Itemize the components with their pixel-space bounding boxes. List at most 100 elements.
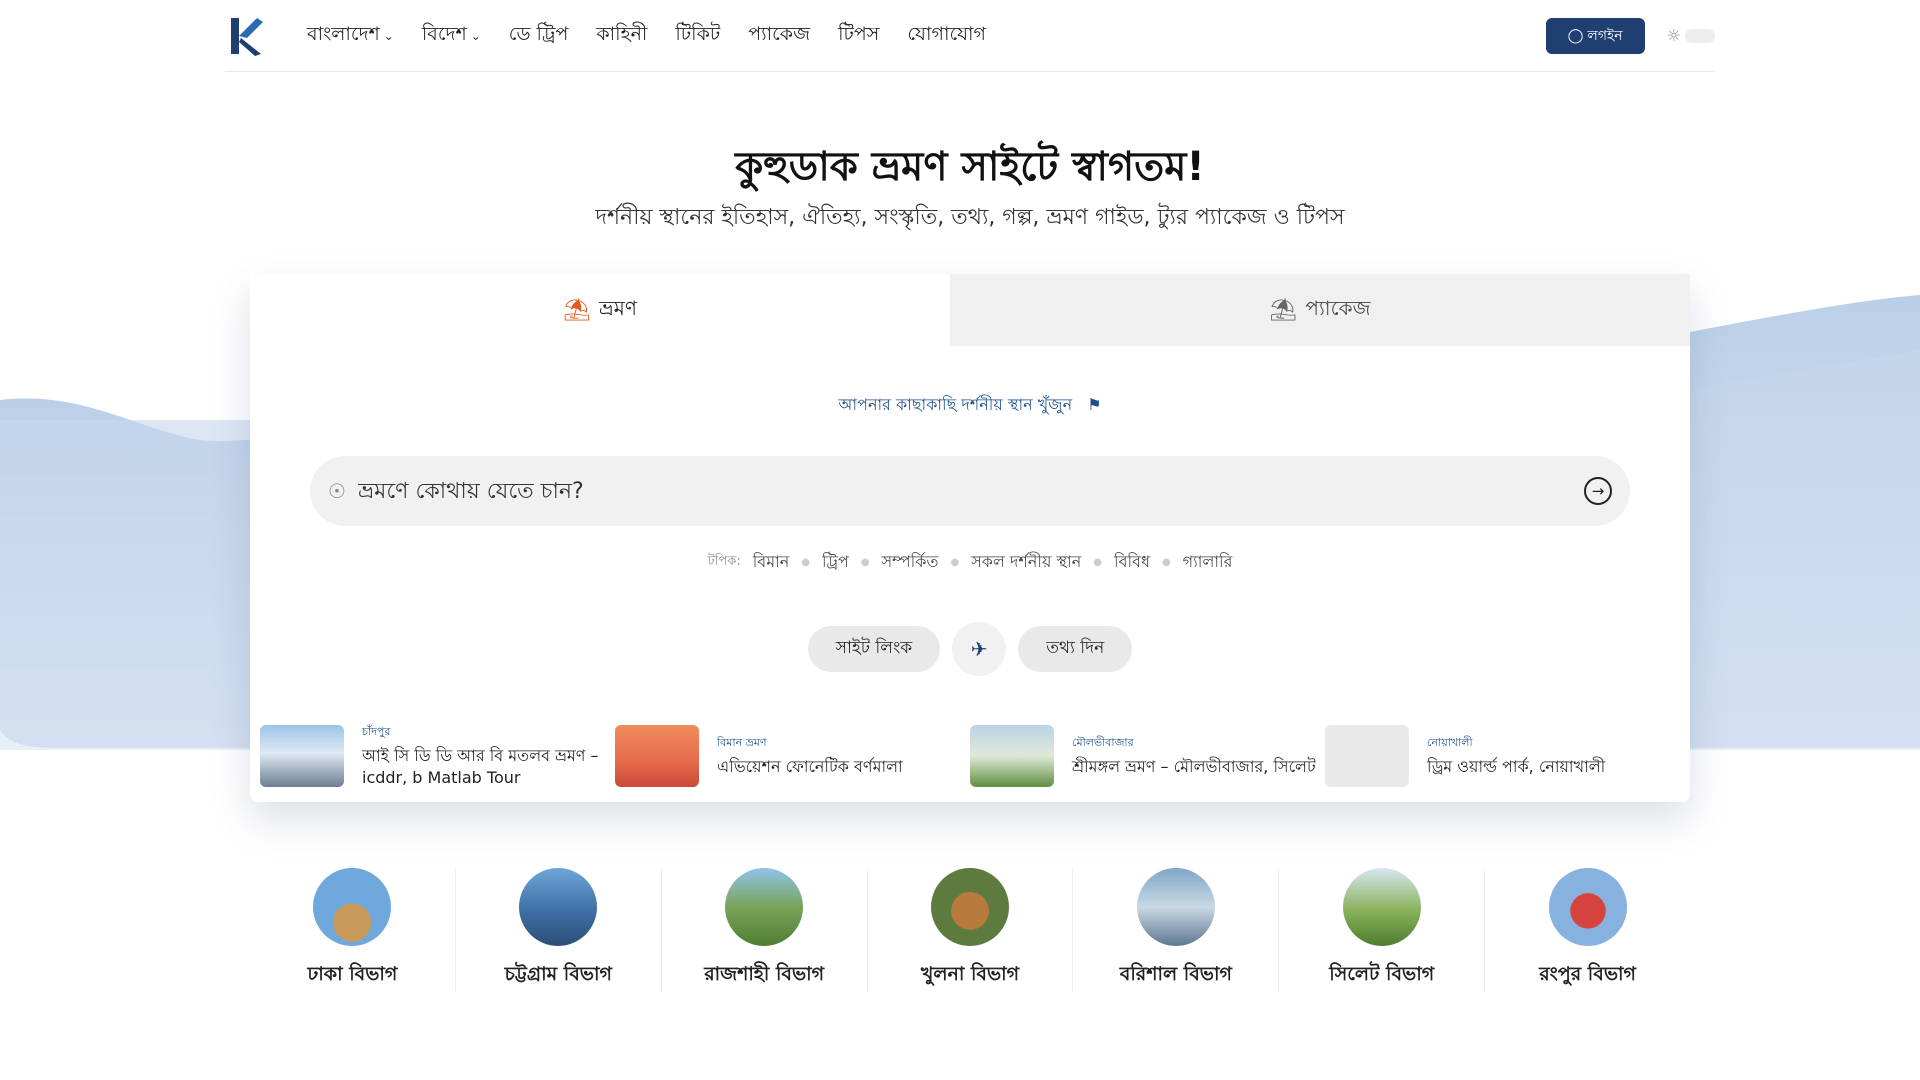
division-image [1548,868,1627,946]
division-item-rangpur[interactable]: রংপুর বিভাগ [1485,868,1690,992]
nav-label: টিকিট [675,22,721,45]
post-title: এভিয়েশন ফোনেটিক বর্ণমালা [717,756,903,776]
nav-label: বাংলাদেশ [307,22,380,45]
nearby-label: আপনার কাছাকাছি দর্শনীয় স্থান খুঁজুন [838,395,1073,414]
header-actions: ◯ লগইন ☼ [1545,17,1715,54]
topic-link[interactable]: ট্রিপ [822,549,849,576]
tab-travel[interactable]: ⛱ ভ্রমণ [250,274,950,346]
post-thumbnail [970,725,1054,787]
action-buttons: সাইট লিংক ✈ তথ্য দিন [250,622,1690,676]
main-nav: বাংলাদেশ ⌄ বিদেশ ⌄ ডে ট্রিপ কাহিনী টিকিট… [307,20,986,52]
nav-label: বিদেশ [421,22,467,45]
search-card: ⛱ ভ্রমণ ⛱ প্যাকেজ আপনার কাছাকাছি দর্শনীয… [250,274,1690,802]
nav-label: প্যাকেজ [748,22,811,45]
post-category: বিমান ভ্রমণ [717,735,767,749]
division-item-khulna[interactable]: খুলনা বিভাগ [868,868,1074,992]
recent-posts: চাঁদপুর আই সি ডি ডি আর বি মতলব ভ্রমণ – i… [260,724,1680,788]
theme-toggle[interactable]: ☼ [1667,26,1715,45]
tab-label: ভ্রমণ [599,295,637,320]
nav-item-package[interactable]: প্যাকেজ [748,20,810,52]
separator-dot: ● [801,557,811,568]
arrow-right-circle-icon[interactable]: → [1584,477,1612,505]
post-thumbnail [1325,725,1409,787]
separator-dot: ● [1093,557,1102,568]
kuhudak-logo-icon[interactable] [227,14,267,58]
division-item-rajshahi[interactable]: রাজশাহী বিভাগ [662,868,868,992]
division-image [1342,868,1421,946]
list-item[interactable]: বিমান ভ্রমণ এভিয়েশন ফোনেটিক বর্ণমালা [615,724,970,788]
topic-link[interactable]: সকল দর্শনীয় স্থান [971,549,1081,576]
beach-umbrella-icon: ⛱ [1269,297,1298,323]
division-item-dhaka[interactable]: ঢাকা বিভাগ [250,868,456,992]
site-link-button[interactable]: সাইট লিংক [807,626,941,672]
division-list: ঢাকা বিভাগ চট্টগ্রাম বিভাগ রাজশাহী বিভাগ… [250,868,1690,992]
division-name: খুলনা বিভাগ [920,963,1020,985]
search-input[interactable] [357,478,1584,504]
topic-link[interactable]: সম্পর্কিত [882,549,939,576]
site-header: বাংলাদেশ ⌄ বিদেশ ⌄ ডে ট্রিপ কাহিনী টিকিট… [225,0,1715,72]
page-title: কুহুডাক ভ্রমণ সাইটে স্বাগতম! [735,144,1205,190]
airplane-icon[interactable]: ✈ [952,622,1007,676]
post-category: মৌলভীবাজার [1072,735,1134,749]
login-button[interactable]: ◯ লগইন [1545,17,1645,54]
division-name: সিলেট বিভাগ [1329,963,1435,985]
globe-icon: ☉ [328,479,346,503]
list-item[interactable]: নোয়াখালী ড্রিম ওয়ার্ল্ড পার্ক, নোয়াখা… [1325,724,1680,788]
division-item-sylhet[interactable]: সিলেট বিভাগ [1279,868,1486,992]
division-image [1136,868,1215,946]
separator-dot: ● [950,557,960,568]
post-category: নোয়াখালী [1427,735,1473,749]
list-item[interactable]: চাঁদপুর আই সি ডি ডি আর বি মতলব ভ্রমণ – i… [260,724,615,788]
separator-dot: ● [860,557,870,568]
post-thumbnail [260,725,344,787]
division-image [931,868,1009,946]
chevron-down-icon: ⌄ [383,28,394,43]
hiker-icon: ⛱ [563,297,592,323]
tab-label: প্যাকেজ [1305,295,1371,320]
search-bar: ☉ → [310,456,1630,526]
division-name: রংপুর বিভাগ [1539,963,1636,985]
post-title: শ্রীমঙ্গল ভ্রমণ – মৌলভীবাজার, সিলেট [1072,756,1316,776]
separator-dot: ● [1161,557,1171,568]
nearby-places-link[interactable]: আপনার কাছাকাছি দর্শনীয় স্থান খুঁজুন ⚑ [250,392,1690,419]
chevron-down-icon: ⌄ [470,28,481,43]
login-label: লগইন [1587,27,1623,44]
nav-item-stories[interactable]: কাহিনী [596,20,647,52]
nav-item-contact[interactable]: যোগাযোগ [907,20,986,52]
search-tabs: ⛱ ভ্রমণ ⛱ প্যাকেজ [250,274,1690,346]
nav-label: টিপস [838,22,880,45]
user-icon: ◯ [1567,27,1584,44]
division-name: চট্টগ্রাম বিভাগ [504,963,612,985]
topic-link[interactable]: বিমান [753,549,790,576]
nav-label: ডে ট্রিপ [508,22,569,45]
post-title: আই সি ডি ডি আর বি মতলব ভ্রমণ – icddr, b … [362,745,599,787]
division-name: ঢাকা বিভাগ [307,963,398,985]
nav-item-ticket[interactable]: টিকিট [675,20,720,52]
division-image [519,868,598,946]
nav-item-day-trip[interactable]: ডে ট্রিপ [509,20,569,52]
post-thumbnail [615,725,699,787]
nav-item-bangladesh[interactable]: বাংলাদেশ ⌄ [307,20,394,52]
give-info-button[interactable]: তথ্য দিন [1018,626,1133,672]
topics-label: টপিক: [707,554,741,569]
division-image [725,868,804,946]
topic-link[interactable]: গ্যালারি [1183,549,1233,576]
topic-link[interactable]: বিবিধ [1114,549,1150,576]
toggle-track [1685,28,1715,43]
nav-label: কাহিনী [596,22,648,45]
division-name: রাজশাহী বিভাগ [704,963,825,985]
division-item-barishal[interactable]: বরিশাল বিভাগ [1073,868,1280,992]
tab-package[interactable]: ⛱ প্যাকেজ [950,274,1690,346]
post-title: ড্রিম ওয়ার্ল্ড পার্ক, নোয়াখালী [1427,756,1606,776]
map-pin-icon: ⚑ [1087,395,1102,414]
post-category: চাঁদপুর [362,724,391,738]
division-item-chattogram[interactable]: চট্টগ্রাম বিভাগ [456,868,662,992]
division-name: বরিশাল বিভাগ [1119,963,1232,985]
list-item[interactable]: মৌলভীবাজার শ্রীমঙ্গল ভ্রমণ – মৌলভীবাজার,… [970,724,1325,788]
nav-item-tips[interactable]: টিপস [838,20,879,52]
topic-links: টপিক: বিমান ● ট্রিপ ● সম্পর্কিত ● সকল দর… [250,549,1690,576]
nav-item-abroad[interactable]: বিদেশ ⌄ [422,20,481,52]
page-subtitle: দর্শনীয় স্থানের ইতিহাস, ঐতিহ্য, সংস্কৃত… [595,205,1345,230]
nav-label: যোগাযোগ [907,22,986,45]
division-image [313,868,392,946]
